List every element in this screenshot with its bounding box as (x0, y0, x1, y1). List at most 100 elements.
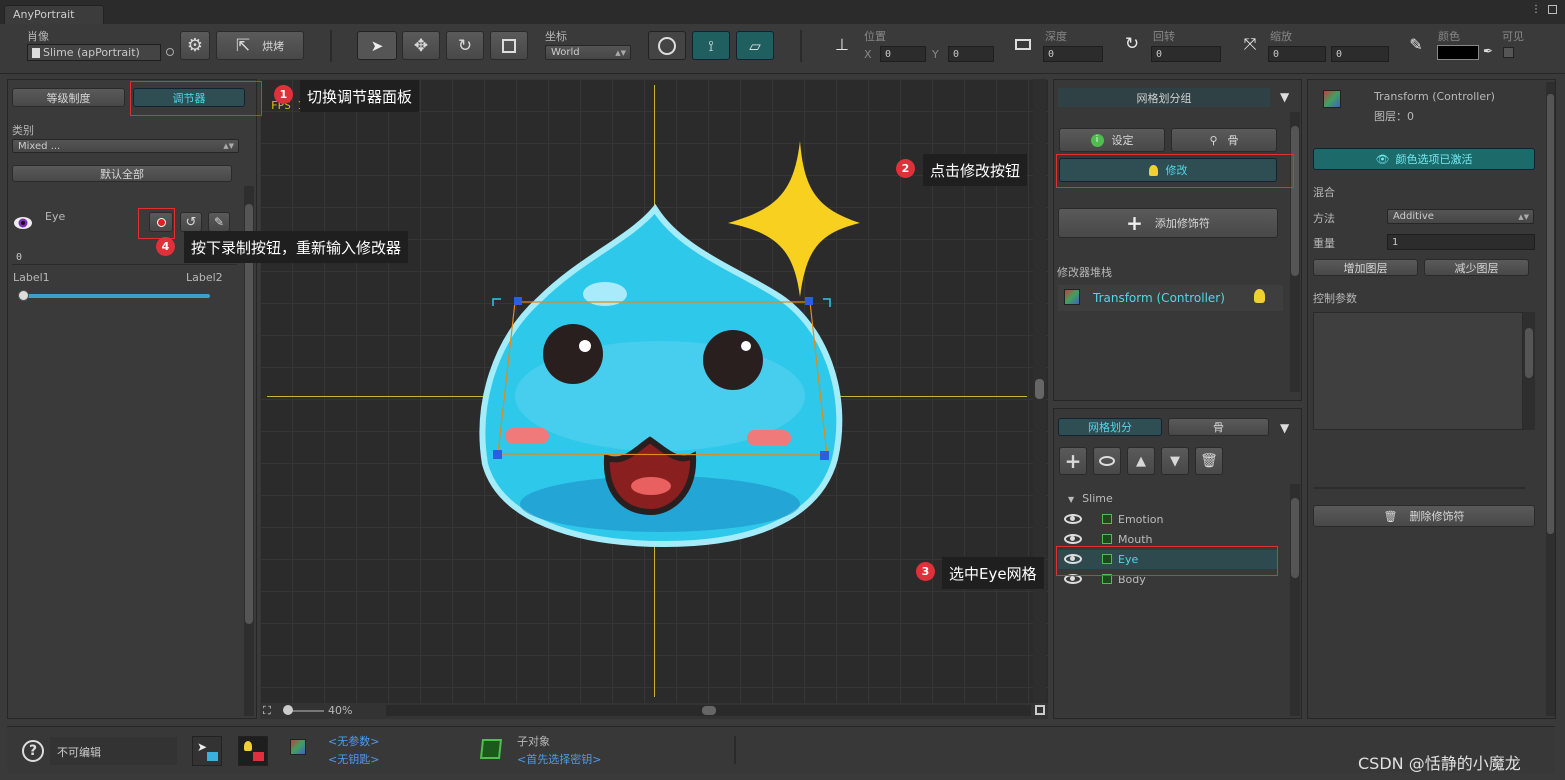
canvas-vscrollbar[interactable] (1033, 79, 1046, 704)
mesh-icon (1102, 534, 1112, 544)
pos-y-input[interactable]: 0 (948, 46, 994, 62)
bone-visible-button[interactable]: ⟟ (692, 31, 730, 60)
delete-modifier-button[interactable]: 🗑 删除修饰符 (1313, 505, 1535, 527)
scroll-thumb[interactable] (1547, 94, 1554, 534)
control-params-list[interactable] (1313, 312, 1523, 430)
move-up-button[interactable]: ▲ (1127, 447, 1155, 475)
method-dropdown[interactable]: Additive ▲▼ (1387, 209, 1534, 224)
modifier-lightbulb-icon[interactable] (1254, 289, 1265, 303)
portrait-label: 肖像 (27, 30, 49, 43)
bake-button[interactable]: ⇱ 烘烤 (216, 31, 304, 60)
cursor-lock-icon: ➤ (197, 740, 208, 754)
color-option-button[interactable]: 👁 颜色选项已激活 (1313, 148, 1535, 170)
scroll-thumb[interactable] (1291, 498, 1299, 578)
add-mesh-button[interactable]: + (1059, 447, 1087, 475)
left-scrollbar[interactable] (244, 186, 254, 716)
select-mode-button[interactable]: ➤ (192, 736, 222, 766)
scroll-thumb[interactable] (245, 204, 253, 624)
eyedropper-icon[interactable]: ✒ (1483, 44, 1493, 58)
settings-button[interactable]: ⚙ (180, 31, 210, 60)
lock-button[interactable] (238, 736, 268, 766)
scroll-thumb[interactable] (1525, 328, 1533, 378)
move-down-button[interactable]: ▼ (1161, 447, 1189, 475)
mesh-icon (1102, 514, 1112, 524)
delete-mesh-button[interactable]: 🗑 (1195, 447, 1223, 475)
fit-view-icon[interactable]: ⛶ (263, 704, 271, 718)
scroll-thumb[interactable] (1035, 379, 1044, 399)
scale-icon (502, 38, 516, 53)
bone-button[interactable]: ⚲ 骨 (1171, 128, 1277, 152)
controller-name: Eye (45, 210, 66, 223)
bone-label: 骨 (1227, 134, 1239, 147)
tab-bone[interactable]: 骨 (1168, 418, 1269, 436)
scroll-thumb[interactable] (702, 706, 716, 715)
modifier-stack-label: 修改器堆栈 (1057, 266, 1112, 279)
help-icon[interactable]: ? (22, 740, 44, 762)
visible-label: 可见 (1502, 30, 1524, 43)
mesh-visible-button[interactable]: ▱ (736, 31, 774, 60)
rotation-input[interactable]: 0 (1151, 46, 1221, 62)
window-maximize-icon[interactable] (1548, 5, 1557, 14)
no-param-label: <无参数> (328, 735, 380, 748)
window-menu-icon[interactable]: ⋮ (1531, 4, 1541, 15)
layers-icon (1099, 456, 1115, 466)
arrow-up-icon: ▲ (1136, 453, 1146, 469)
weight-input[interactable]: 1 (1387, 234, 1535, 250)
add-modifier-button[interactable]: + 添加修饰符 (1058, 208, 1278, 238)
collapse-arrow-icon[interactable]: ▼ (1280, 90, 1289, 104)
scroll-thumb[interactable] (1291, 126, 1299, 276)
visibility-eye-icon[interactable] (1064, 514, 1082, 524)
tree-root[interactable]: ▼ Slime (1068, 492, 1113, 505)
right-panel-scrollbar[interactable] (1546, 82, 1555, 716)
onion-icon (658, 36, 676, 55)
modifier-item[interactable]: Transform (Controller) (1058, 285, 1283, 311)
tree-expand-icon[interactable]: ▼ (1068, 495, 1074, 504)
setting-label: 设定 (1111, 134, 1134, 147)
mesh-list-item-label: Mouth (1118, 533, 1153, 546)
control-params-scrollbar[interactable] (1523, 312, 1535, 430)
tab-mesh[interactable]: 网格划分 (1058, 418, 1162, 436)
scale-y-input[interactable]: 0 (1331, 46, 1389, 62)
controller-slider-handle[interactable] (18, 290, 29, 301)
layer-button[interactable] (1093, 447, 1121, 475)
mesh-list-item[interactable]: Emotion (1058, 510, 1278, 529)
portrait-field[interactable]: Slime (apPortrait) (27, 44, 161, 61)
rotate-tool-button[interactable]: ↻ (446, 31, 484, 60)
bulb-small-icon (244, 741, 252, 751)
scale-x-input[interactable]: 0 (1268, 46, 1326, 62)
remove-layer-button[interactable]: 减少图层 (1424, 259, 1529, 276)
pos-x-input[interactable]: 0 (880, 46, 926, 62)
add-layer-button[interactable]: 增加图层 (1313, 259, 1418, 276)
no-key-label: <无钥匙> (328, 753, 380, 766)
default-all-button[interactable]: 默认全部 (12, 165, 232, 182)
move-icon: ✥ (413, 35, 429, 56)
select-tool-button[interactable]: ➤ (357, 31, 397, 60)
mesh-list-scrollbar[interactable] (1290, 484, 1300, 716)
mesh-list-collapse-icon[interactable]: ▼ (1280, 421, 1289, 435)
tab-hierarchy[interactable]: 等级制度 (12, 88, 125, 107)
depth-input[interactable]: 0 (1043, 46, 1103, 62)
canvas-corner-icon[interactable] (1035, 705, 1045, 715)
move-tool-button[interactable]: ✥ (402, 31, 440, 60)
zoom-slider-handle[interactable] (283, 705, 293, 715)
blue-lock-icon (207, 752, 218, 761)
edit-button[interactable]: ✎ (208, 212, 230, 232)
window-tab[interactable]: AnyPortrait (4, 5, 104, 24)
visibility-eye-icon[interactable] (1064, 534, 1082, 544)
controller-slider-track[interactable] (20, 294, 210, 298)
modifier-transform-icon (1064, 289, 1080, 305)
onion-button[interactable] (648, 31, 686, 60)
setting-button[interactable]: i 设定 (1059, 128, 1165, 152)
scale-tool-button[interactable] (490, 31, 528, 60)
annotation-box-2 (1056, 154, 1294, 188)
watermark: CSDN @恬静的小魔龙 (1358, 754, 1521, 773)
target-icon[interactable] (166, 48, 174, 56)
canvas-hscrollbar[interactable] (386, 705, 1031, 716)
trash-icon: 🗑 (1200, 453, 1218, 469)
coord-dropdown[interactable]: World ▲▼ (545, 45, 631, 60)
dropdown-arrow-icon: ▲▼ (223, 142, 234, 150)
visible-checkbox[interactable] (1503, 47, 1514, 58)
reset-button[interactable]: ↺ (180, 212, 202, 232)
color-swatch[interactable] (1437, 45, 1479, 60)
category-dropdown[interactable]: Mixed ... ▲▼ (12, 139, 239, 153)
